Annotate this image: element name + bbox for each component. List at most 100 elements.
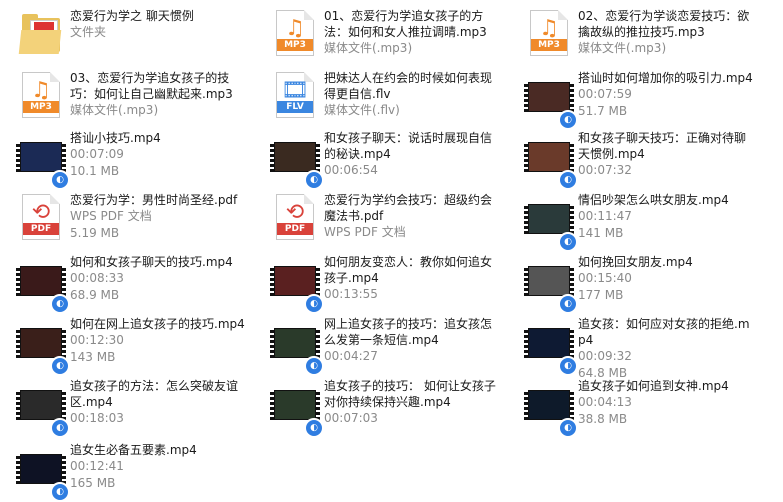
file-type-label: MP3 bbox=[23, 101, 59, 113]
film-strip-right bbox=[62, 142, 66, 172]
video-scene bbox=[275, 267, 315, 295]
file-meta-secondary: 141 MB bbox=[578, 225, 624, 240]
mp3-file-icon: ♫ MP3 bbox=[276, 10, 314, 56]
flv-file-icon: 🎞 FLV bbox=[276, 72, 314, 118]
file-meta-secondary: 68.9 MB bbox=[70, 287, 120, 302]
file-item[interactable]: ◐ 追女生必备五要素.mp4 00:12:41 165 MB bbox=[0, 436, 250, 502]
file-meta-primary: 媒体文件(.mp3) bbox=[70, 103, 159, 117]
file-type-label: MP3 bbox=[531, 39, 567, 51]
file-item[interactable]: ⟲ PDF 恋爱行为学约会技巧：超级约会魔法书.pdf WPS PDF 文档 bbox=[254, 186, 504, 244]
film-strip-right bbox=[570, 266, 574, 296]
file-name: 02、恋爱行为学谈恋爱技巧：欲擒故纵的推拉技巧.mp3 bbox=[578, 9, 750, 39]
video-scene bbox=[21, 455, 61, 483]
file-item[interactable]: ◐ 追女孩子的方法：怎么突破友谊区.mp4 00:18:03 bbox=[0, 372, 250, 438]
file-item[interactable]: ◐ 网上追女孩子的技巧：追女孩怎么发第一条短信.mp4 00:04:27 bbox=[254, 310, 504, 376]
video-thumbnail-icon: ◐ bbox=[524, 130, 578, 190]
file-name: 03、恋爱行为学追女孩子的技巧：如何让自己幽默起来.mp3 bbox=[70, 71, 233, 101]
file-item[interactable]: ◐ 如何在网上追女孩子的技巧.mp4 00:12:30 143 MB bbox=[0, 310, 250, 376]
file-name: 追女孩子的方法：怎么突破友谊区.mp4 bbox=[70, 379, 239, 409]
file-name: 01、恋爱行为学追女孩子的方法：如何和女人推拉调晴.mp3 bbox=[324, 9, 487, 39]
video-thumbnail-icon: ◐ bbox=[270, 130, 324, 190]
file-item[interactable]: ◐ 追女孩：如何应对女孩的拒绝.mp4 00:09:32 64.8 MB bbox=[508, 310, 758, 380]
file-item[interactable]: 恋爱行为学之 聊天惯例 文件夹 bbox=[0, 2, 250, 60]
file-text: 搭讪时如何增加你的吸引力.mp4 00:07:59 51.7 MB bbox=[578, 70, 756, 119]
film-strip-right bbox=[316, 390, 320, 420]
file-icon: ⟲ PDF bbox=[270, 192, 318, 240]
file-item[interactable]: ◐ 搭讪时如何增加你的吸引力.mp4 00:07:59 51.7 MB bbox=[508, 64, 758, 130]
file-meta-secondary: 165 MB bbox=[70, 475, 116, 490]
file-text: 03、恋爱行为学追女孩子的技巧：如何让自己幽默起来.mp3 媒体文件(.mp3) bbox=[70, 70, 248, 119]
file-item[interactable]: ◐ 如何和女孩子聊天的技巧.mp4 00:08:33 68.9 MB bbox=[0, 248, 250, 314]
video-scene bbox=[529, 267, 569, 295]
file-meta-primary: 00:04:27 bbox=[324, 349, 378, 363]
pdf-logo-icon: ⟲ bbox=[31, 200, 51, 225]
video-thumbnail-icon: ◐ bbox=[16, 316, 70, 376]
video-thumb: ◐ bbox=[270, 266, 324, 314]
file-text: 如何和女孩子聊天的技巧.mp4 00:08:33 68.9 MB bbox=[70, 254, 248, 303]
player-badge-icon: ◐ bbox=[50, 482, 70, 502]
file-name: 恋爱行为学：男性时尚圣经.pdf bbox=[70, 193, 238, 207]
video-thumbnail-icon: ◐ bbox=[270, 378, 324, 438]
file-meta-primary: 00:07:03 bbox=[324, 411, 378, 425]
file-type-label: FLV bbox=[277, 101, 313, 113]
film-strip-right bbox=[570, 82, 574, 112]
film-strip-right bbox=[570, 142, 574, 172]
film-strip-right bbox=[570, 328, 574, 358]
file-meta-primary: WPS PDF 文档 bbox=[324, 225, 406, 239]
film-strip-left bbox=[524, 82, 528, 112]
file-meta-primary: 00:07:59 bbox=[578, 87, 632, 101]
file-text: 如何朋友变恋人：教你如何追女孩子.mp4 00:13:55 bbox=[324, 254, 502, 303]
video-thumbnail-icon: ◐ bbox=[16, 254, 70, 314]
film-strip-left bbox=[270, 142, 274, 172]
video-thumb: ◐ bbox=[16, 266, 70, 314]
file-item[interactable]: ♫ MP3 03、恋爱行为学追女孩子的技巧：如何让自己幽默起来.mp3 媒体文件(.m… bbox=[0, 64, 250, 122]
file-item[interactable]: ◐ 搭讪小技巧.mp4 00:07:09 10.1 MB bbox=[0, 124, 250, 190]
video-thumb: ◐ bbox=[524, 266, 578, 314]
file-meta-primary: 00:11:47 bbox=[578, 209, 632, 223]
music-note-icon: ♫ bbox=[539, 16, 559, 41]
film-strip-left bbox=[16, 390, 20, 420]
file-item[interactable]: ◐ 情侣吵架怎么哄女朋友.mp4 00:11:47 141 MB bbox=[508, 186, 758, 252]
video-scene bbox=[21, 391, 61, 419]
file-item[interactable]: ◐ 如何挽回女朋友.mp4 00:15:40 177 MB bbox=[508, 248, 758, 314]
mp3-file-icon: ♫ MP3 bbox=[530, 10, 568, 56]
file-name: 和女孩子聊天技巧：正确对待聊天惯例.mp4 bbox=[578, 131, 747, 161]
file-text: 搭讪小技巧.mp4 00:07:09 10.1 MB bbox=[70, 130, 248, 179]
file-item[interactable]: ◐ 追女孩子如何追到女神.mp4 00:04:13 38.8 MB bbox=[508, 372, 758, 438]
file-icon: ⟲ PDF bbox=[16, 192, 64, 240]
file-item[interactable]: ◐ 追女孩子的技巧： 如何让女孩子对你持续保持兴趣.mp4 00:07:03 bbox=[254, 372, 504, 438]
video-thumbnail-icon: ◐ bbox=[16, 442, 70, 502]
file-name: 网上追女孩子的技巧：追女孩怎么发第一条短信.mp4 bbox=[324, 317, 493, 347]
file-text: 追女孩子如何追到女神.mp4 00:04:13 38.8 MB bbox=[578, 378, 756, 427]
film-strip-left bbox=[524, 142, 528, 172]
video-scene bbox=[275, 329, 315, 357]
video-thumbnail-icon: ◐ bbox=[524, 70, 578, 130]
file-text: 追女孩子的方法：怎么突破友谊区.mp4 00:18:03 bbox=[70, 378, 248, 427]
file-item[interactable]: ♫ MP3 01、恋爱行为学追女孩子的方法：如何和女人推拉调晴.mp3 媒体文件(.m… bbox=[254, 2, 504, 60]
file-meta-primary: 00:18:03 bbox=[70, 411, 124, 425]
file-item[interactable]: ◐ 和女孩子聊天：说话时展现自信的秘诀.mp4 00:06:54 bbox=[254, 124, 504, 190]
file-item[interactable]: 🎞 FLV 把妹达人在约会的时候如何表现得更自信.flv 媒体文件(.flv) bbox=[254, 64, 504, 122]
file-meta-secondary: 177 MB bbox=[578, 287, 624, 302]
music-note-icon: ♫ bbox=[31, 78, 51, 103]
file-text: 和女孩子聊天技巧：正确对待聊天惯例.mp4 00:07:32 bbox=[578, 130, 756, 179]
video-thumb: ◐ bbox=[524, 328, 578, 376]
player-badge-icon: ◐ bbox=[304, 418, 324, 438]
video-thumb: ◐ bbox=[524, 82, 578, 130]
film-strip-right bbox=[62, 454, 66, 484]
file-meta-secondary: 38.8 MB bbox=[578, 411, 628, 426]
file-icon: ♫ MP3 bbox=[270, 8, 318, 56]
file-name: 如何和女孩子聊天的技巧.mp4 bbox=[70, 255, 233, 269]
video-thumb: ◐ bbox=[524, 204, 578, 252]
mp3-file-icon: ♫ MP3 bbox=[22, 72, 60, 118]
file-item[interactable]: ⟲ PDF 恋爱行为学：男性时尚圣经.pdf WPS PDF 文档 5.19 MB bbox=[0, 186, 250, 244]
file-text: 网上追女孩子的技巧：追女孩怎么发第一条短信.mp4 00:04:27 bbox=[324, 316, 502, 365]
file-text: 02、恋爱行为学谈恋爱技巧：欲擒故纵的推拉技巧.mp3 媒体文件(.mp3) bbox=[578, 8, 756, 57]
file-text: 恋爱行为学之 聊天惯例 文件夹 bbox=[70, 8, 248, 41]
file-item[interactable]: ♫ MP3 02、恋爱行为学谈恋爱技巧：欲擒故纵的推拉技巧.mp3 媒体文件(.mp3… bbox=[508, 2, 758, 60]
file-item[interactable]: ◐ 如何朋友变恋人：教你如何追女孩子.mp4 00:13:55 bbox=[254, 248, 504, 314]
file-item[interactable]: ◐ 和女孩子聊天技巧：正确对待聊天惯例.mp4 00:07:32 bbox=[508, 124, 758, 190]
file-name: 追女孩：如何应对女孩的拒绝.mp4 bbox=[578, 317, 750, 347]
file-name: 搭讪小技巧.mp4 bbox=[70, 131, 161, 145]
video-thumbnail-icon: ◐ bbox=[524, 378, 578, 438]
